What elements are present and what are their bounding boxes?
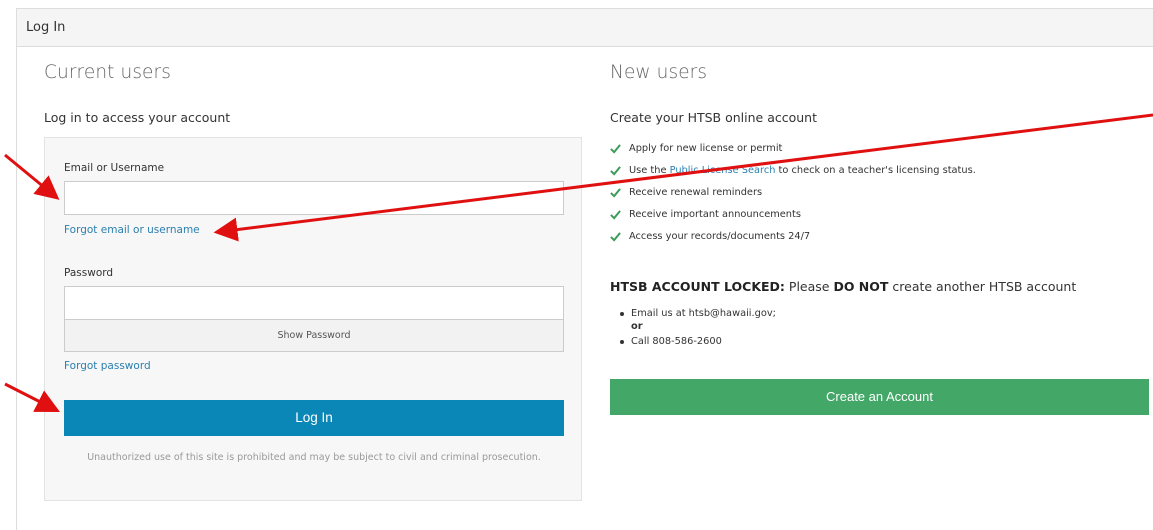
locked-text-2: create another HTSB account (888, 279, 1077, 294)
create-account-button[interactable]: Create an Account (610, 379, 1149, 415)
current-users-heading: Current users (44, 62, 171, 83)
feature-text: Access your records/documents 24/7 (629, 231, 811, 242)
feature-text: Receive renewal reminders (629, 187, 763, 198)
login-button[interactable]: Log In (64, 400, 564, 436)
feature-list: Apply for new license or permit Use the … (610, 142, 976, 252)
feature-text: Apply for new license or permit (629, 143, 783, 154)
locked-text-1: Please (784, 279, 834, 294)
forgot-email-link[interactable]: Forgot email or username (64, 224, 200, 236)
current-users-subheading: Log in to access your account (44, 110, 231, 125)
email-field[interactable] (64, 181, 564, 215)
contact-phone: Call 808-586-2600 (631, 336, 722, 347)
list-item: Apply for new license or permit (610, 142, 976, 164)
feature-text-post: to check on a teacher's licensing status… (775, 165, 976, 176)
account-locked-notice: HTSB ACCOUNT LOCKED: Please DO NOT creat… (610, 279, 1076, 294)
email-label: Email or Username (64, 162, 165, 174)
contact-email: Email us at htsb@hawaii.gov; (631, 308, 776, 319)
contact-list: Email us at htsb@hawaii.gov; or Call 808… (620, 307, 776, 349)
contact-or: or (631, 321, 643, 332)
new-users-heading: New users (610, 62, 708, 83)
disclaimer-text: Unauthorized use of this site is prohibi… (87, 452, 541, 463)
bullet-icon (620, 340, 624, 344)
locked-title: HTSB ACCOUNT LOCKED: (610, 279, 785, 294)
new-users-subheading: Create your HTSB online account (610, 110, 818, 125)
public-license-search-link[interactable]: Public License Search (670, 165, 776, 176)
login-form: Email or Username Forgot email or userna… (44, 137, 582, 501)
check-icon (610, 144, 621, 154)
bullet-icon (620, 312, 624, 316)
feature-text-pre: Use the (629, 165, 670, 176)
check-icon (610, 166, 621, 176)
check-icon (610, 210, 621, 220)
feature-text: Receive important announcements (629, 209, 801, 220)
panel-title: Log In (17, 9, 1153, 47)
check-icon (610, 188, 621, 198)
list-item: Access your records/documents 24/7 (610, 230, 976, 252)
password-label: Password (64, 267, 114, 279)
list-item: Call 808-586-2600 (620, 335, 776, 349)
forgot-password-link[interactable]: Forgot password (64, 360, 151, 372)
list-item: Use the Public License Search to check o… (610, 164, 976, 186)
show-password-button[interactable]: Show Password (64, 320, 564, 352)
list-item: Receive important announcements (610, 208, 976, 230)
check-icon (610, 232, 621, 242)
list-item: Email us at htsb@hawaii.gov; (620, 307, 776, 321)
list-item: Receive renewal reminders (610, 186, 976, 208)
feature-text: Use the Public License Search to check o… (629, 164, 976, 178)
password-field[interactable] (64, 286, 564, 320)
locked-do-not: DO NOT (833, 279, 889, 294)
